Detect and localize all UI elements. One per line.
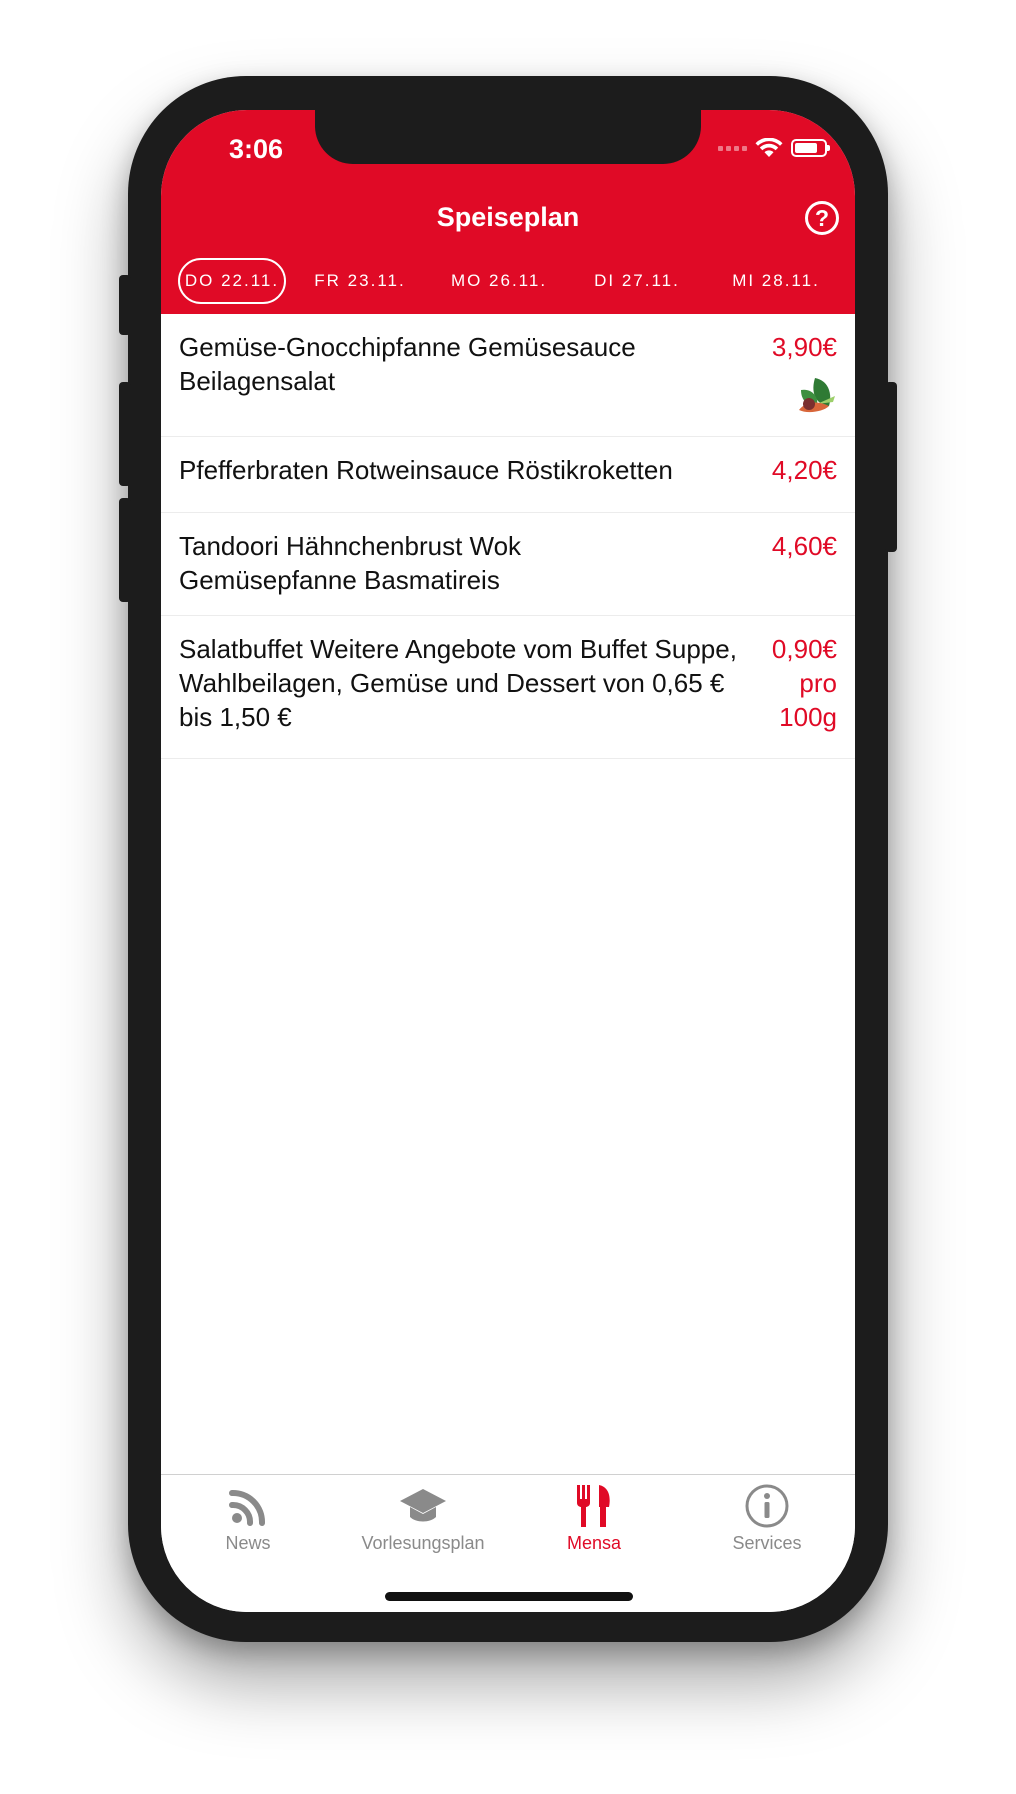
volume-down-button [119,498,131,602]
status-time: 3:06 [228,134,284,164]
menu-item[interactable]: Pfefferbraten Rotweinsauce Röstikrokette… [161,437,855,513]
tab-label: News [225,1533,271,1553]
fork-knife-icon [577,1485,610,1527]
tab-vorlesungsplan[interactable]: Vorlesungsplan [338,1481,508,1554]
date-tabs: DO 22.11. FR 23.11. MO 26.11. DI 27.11. … [161,258,855,310]
app-header: 3:06 Speiseplan ? DO 22.11. FR 23.11. MO… [161,110,855,314]
meal-name: Salatbuffet Weitere Angebote vom Buffet … [179,634,737,732]
tab-label: Services [732,1533,802,1553]
meal-price: 0,90€ pro 100g [737,632,837,734]
price-line: 100g [779,702,837,732]
date-tab-do-22-11[interactable]: DO 22.11. [178,258,286,304]
meal-name: Pfefferbraten Rotweinsauce Röstikrokette… [179,455,673,485]
volume-up-button [119,382,131,486]
menu-list: Gemüse-Gnocchipfanne Gemüsesauce Beilage… [161,314,855,759]
menu-item[interactable]: Salatbuffet Weitere Angebote vom Buffet … [161,616,855,759]
tab-label: Mensa [566,1533,622,1553]
menu-item[interactable]: Gemüse-Gnocchipfanne Gemüsesauce Beilage… [161,314,855,437]
battery-icon [791,139,830,157]
meal-price: 4,20€ [771,455,837,485]
date-tab-fr-23-11[interactable]: FR 23.11. [301,258,419,304]
date-tab-mo-26-11[interactable]: MO 26.11. [437,258,561,304]
status-icons [718,138,830,158]
cellular-signal-icon [718,145,747,151]
meal-price: 4,60€ [771,531,837,561]
stage: 3:06 Speiseplan ? DO 22.11. FR 23.11. MO… [0,0,1016,1794]
mute-switch [119,275,131,335]
info-circle-icon [745,1484,789,1528]
price-line: pro [799,668,837,698]
rss-icon [229,1490,265,1526]
question-circle-icon: ? [814,205,830,231]
graduation-cap-icon [400,1489,446,1522]
price-line: 0,90€ [771,634,837,664]
meal-price: 3,90€ [771,332,837,362]
menu-item[interactable]: Tandoori Hähnchenbrust Wok Gemüsepfanne … [161,513,855,616]
meal-name: Gemüse-Gnocchipfanne Gemüsesauce Beilage… [179,332,636,396]
home-indicator [385,1592,633,1601]
tab-news[interactable]: News [163,1481,333,1554]
tab-label: Vorlesungsplan [361,1533,485,1553]
tab-services[interactable]: Services [682,1481,852,1554]
wifi-icon [755,138,783,157]
page-title: Speiseplan [436,202,580,232]
vegetarian-icon [799,378,835,413]
help-button[interactable]: ? [805,201,839,235]
notch [315,110,701,164]
power-button [885,382,897,552]
tab-mensa[interactable]: Mensa [509,1481,679,1554]
screen: 3:06 Speiseplan ? DO 22.11. FR 23.11. MO… [161,110,855,1612]
meal-name: Tandoori Hähnchenbrust Wok Gemüsepfanne … [179,531,522,595]
date-tab-mi-28-11[interactable]: MI 28.11. [713,258,839,304]
date-tab-di-27-11[interactable]: DI 27.11. [576,258,698,304]
